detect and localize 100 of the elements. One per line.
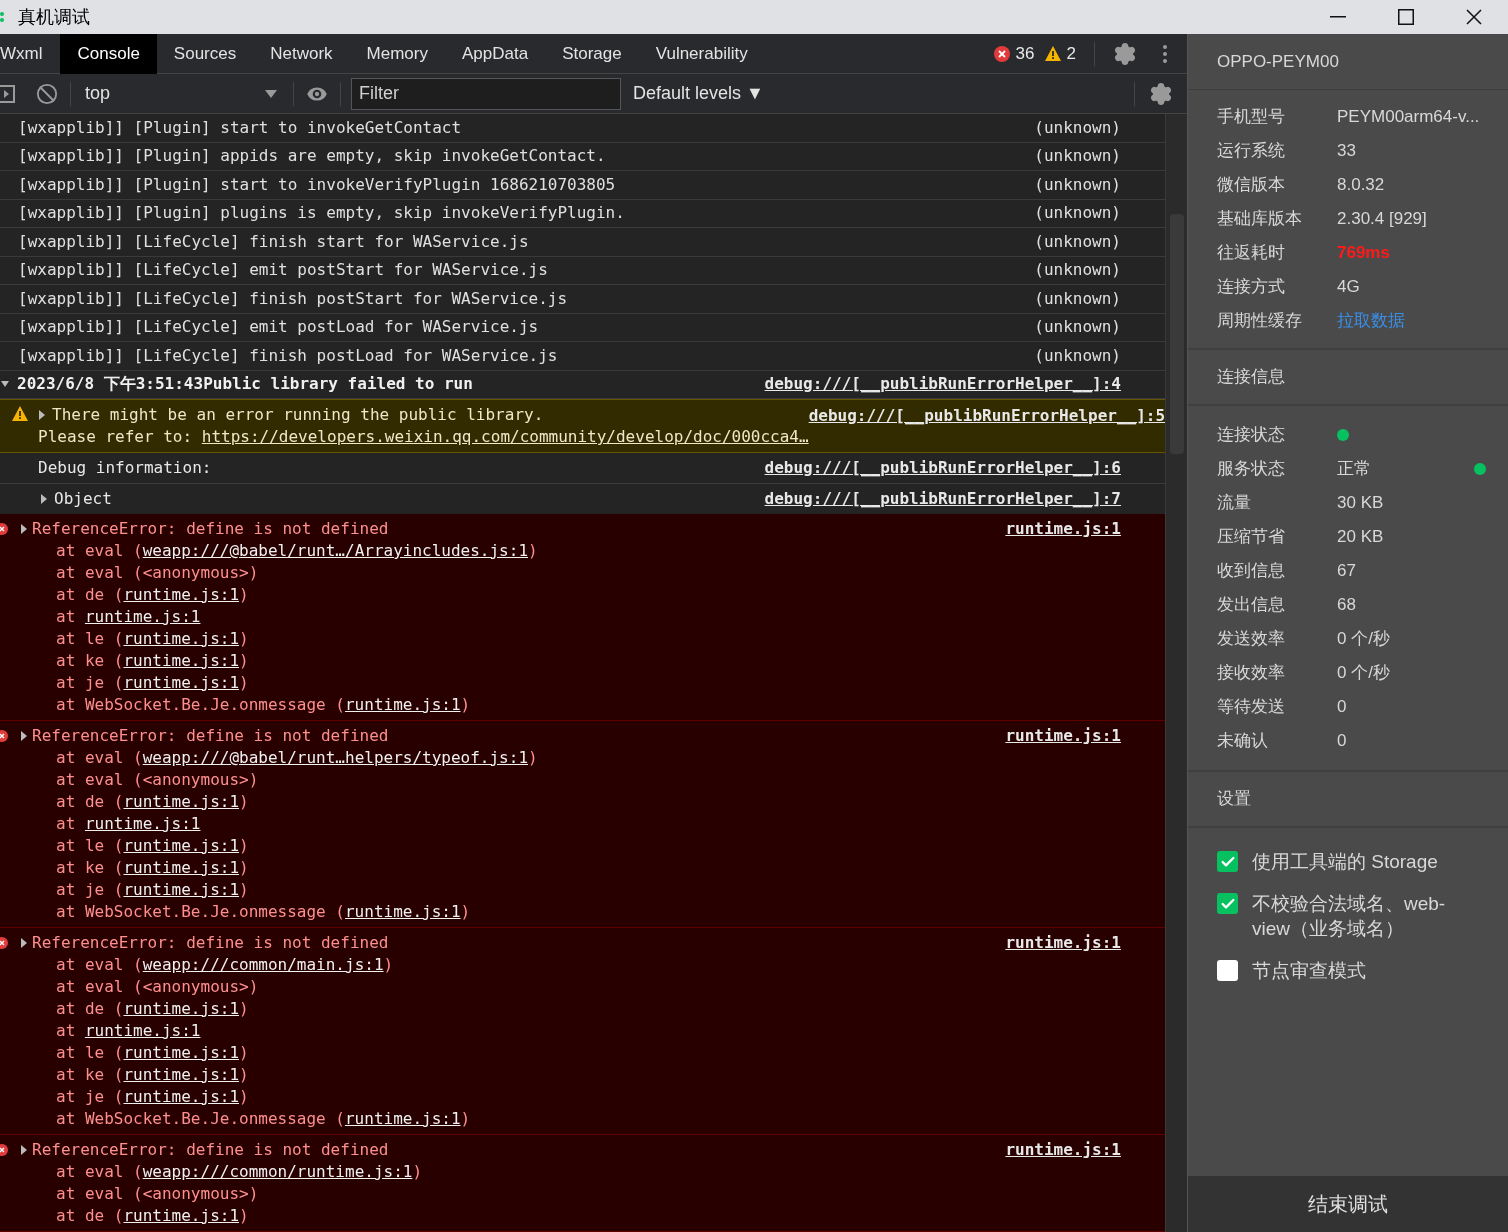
scrollbar[interactable] (1165, 114, 1187, 1232)
log-source: (unknown) (1034, 173, 1121, 196)
source-link[interactable]: debug:///[__publibRunErrorHelper__]:6 (764, 455, 1121, 480)
log-message: Debug information: (38, 456, 212, 479)
stack-frame: ) (460, 1106, 471, 1131)
stack-link[interactable]: weapp:///common/runtime.js:1 (142, 1159, 413, 1184)
stack-link[interactable]: runtime.js:1 (123, 1062, 240, 1087)
stack-link[interactable]: weapp:///@babel/runt…helpers/typeof.js:1 (142, 745, 528, 770)
info-label: 连接状态 (1217, 424, 1286, 447)
info-value: 0 个/秒 (1337, 628, 1390, 651)
expand-triangle-icon[interactable] (38, 410, 46, 421)
tab[interactable]: Vulnerability (638, 33, 765, 74)
stack-link[interactable]: runtime.js:1 (123, 996, 240, 1021)
source-link[interactable]: runtime.js:1 (1005, 930, 1121, 955)
stack-link[interactable]: runtime.js:1 (123, 626, 240, 651)
docs-link[interactable]: https://developers.weixin.qq.com/community/develop/doc/000cca4… (201, 425, 809, 450)
checkbox[interactable] (1217, 960, 1238, 981)
source-link[interactable]: runtime.js:1 (1005, 516, 1121, 541)
sidebar-toggle-icon[interactable] (0, 83, 16, 104)
info-label: 发出信息 (1217, 594, 1286, 617)
tab[interactable]: Memory (349, 33, 445, 74)
log-message: [wxapplib]] [Plugin] start to invokeVerifyPlugin 1686210703805 (18, 173, 616, 196)
error-message[interactable]: ReferenceError: define is not defined (32, 930, 389, 955)
settings-icon[interactable] (1149, 81, 1173, 106)
stack-frame: at de ( (56, 1203, 124, 1228)
stack-link[interactable]: runtime.js:1 (123, 648, 240, 673)
stack-frame: ) (412, 1159, 423, 1184)
info-label: 微信版本 (1217, 174, 1286, 197)
tab[interactable]: Storage (545, 33, 639, 74)
stack-frame: at WebSocket.Be.Je.onmessage ( (56, 692, 345, 717)
stack-link[interactable]: runtime.js:1 (123, 1084, 240, 1109)
log-message: [wxapplib]] [LifeCycle] emit postLoad for WAService.js (18, 316, 539, 339)
filter-field[interactable]: Filter (351, 77, 621, 110)
stack-link[interactable]: runtime.js:1 (345, 1106, 461, 1131)
checkbox[interactable] (1217, 851, 1238, 872)
stack-link[interactable]: weapp:///common/main.js:1 (142, 952, 384, 977)
object-label[interactable]: Object (54, 486, 112, 511)
expand-triangle-icon[interactable] (20, 1144, 28, 1155)
stack-frame: at ke ( (56, 1062, 124, 1087)
stack-link[interactable]: runtime.js:1 (345, 899, 461, 924)
stack-link[interactable]: runtime.js:1 (123, 1040, 240, 1065)
end-debug-button[interactable]: 结束调试 (1188, 1176, 1508, 1232)
expand-triangle-icon[interactable] (20, 937, 28, 948)
settings-icon[interactable] (1113, 41, 1137, 66)
stack-frame: ) (383, 952, 394, 977)
source-link[interactable]: debug:///[__publibRunErrorHelper__]:7 (764, 486, 1121, 511)
stack-link[interactable]: runtime.js:1 (123, 833, 240, 858)
tab[interactable]: AppData (445, 33, 546, 74)
tab[interactable]: Wxml (0, 33, 61, 74)
stack-link[interactable]: runtime.js:1 (84, 811, 201, 836)
log-message: [wxapplib]] [LifeCycle] emit postStart for WAService.js (18, 259, 548, 282)
stack-frame: ) (239, 626, 249, 651)
section-title: 设置 (1217, 788, 1251, 811)
error-count: 36 (1015, 42, 1035, 65)
stack-link[interactable]: runtime.js:1 (123, 582, 240, 607)
stack-link[interactable]: runtime.js:1 (123, 1203, 240, 1228)
stack-link[interactable]: runtime.js:1 (123, 789, 240, 814)
stack-link[interactable]: runtime.js:1 (345, 692, 461, 717)
info-label: 压缩节省 (1217, 526, 1286, 549)
error-message[interactable]: ReferenceError: define is not defined (32, 516, 389, 541)
stack-link[interactable]: runtime.js:1 (123, 855, 240, 880)
log-message: [wxapplib]] [Plugin] start to invokeGetContact (18, 116, 462, 139)
error-message[interactable]: ReferenceError: define is not defined (32, 723, 389, 748)
stack-frame: at le ( (56, 1040, 124, 1065)
context-select[interactable]: top (83, 80, 283, 107)
error-icon (993, 45, 1010, 62)
source-link[interactable]: runtime.js:1 (1005, 723, 1121, 748)
info-label: 往返耗时 (1217, 242, 1286, 265)
checkbox[interactable] (1217, 893, 1238, 914)
clear-icon[interactable] (36, 82, 58, 105)
group-title[interactable]: 2023/6/8 下午3:51:43Public library failed to run (17, 372, 473, 397)
source-link[interactable]: runtime.js:1 (1005, 1137, 1121, 1162)
error-message[interactable]: ReferenceError: define is not defined (32, 1137, 389, 1162)
device-name: OPPO-PEYM00 (1217, 50, 1339, 73)
info-value: 正常 (1337, 458, 1371, 481)
expand-triangle-icon[interactable] (20, 523, 28, 534)
stack-frame: at eval (<anonymous>) (56, 560, 259, 585)
log-message: [wxapplib]] [LifeCycle] finish postStart for WAService.js (18, 287, 568, 310)
stack-link[interactable]: weapp:///@babel/runt…/Arrayincludes.js:1 (142, 538, 528, 563)
tab[interactable]: Sources (156, 33, 254, 74)
levels-dropdown[interactable]: Default levels ▼ (633, 80, 764, 107)
setting-label: 节点审查模式 (1252, 959, 1366, 983)
section-title: 连接信息 (1217, 366, 1285, 389)
stack-link[interactable]: runtime.js:1 (84, 604, 201, 629)
log-source: (unknown) (1034, 316, 1121, 339)
info-label: 接收效率 (1217, 662, 1286, 685)
setting-label: 使用工具端的 Storage (1252, 850, 1438, 874)
info-value: 0 个/秒 (1337, 662, 1390, 685)
expand-triangle-icon[interactable] (40, 493, 48, 504)
tab[interactable]: Console (60, 33, 157, 74)
source-link[interactable]: debug:///[__publibRunErrorHelper__]:5 (808, 406, 1165, 426)
log-source: (unknown) (1034, 259, 1121, 282)
tab[interactable]: Network (253, 33, 350, 74)
error-icon (0, 729, 10, 742)
warning-count: 2 (1066, 42, 1076, 65)
source-link[interactable]: debug:///[__publibRunErrorHelper__]:4 (764, 372, 1121, 397)
stack-link[interactable]: runtime.js:1 (123, 877, 240, 902)
stack-link[interactable]: runtime.js:1 (123, 670, 240, 695)
stack-link[interactable]: runtime.js:1 (84, 1018, 201, 1043)
expand-triangle-icon[interactable] (20, 730, 28, 741)
